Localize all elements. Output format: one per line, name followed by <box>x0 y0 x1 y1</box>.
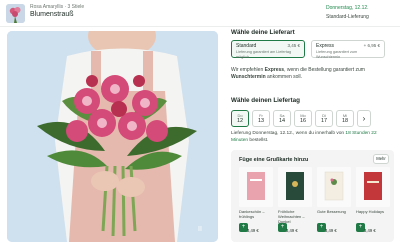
product-meta: Rosa Amaryllis · 3 Stiele <box>30 4 85 10</box>
day-option[interactable]: Di 17 <box>315 110 333 127</box>
card-price: 3,49 € <box>325 228 337 233</box>
day-option[interactable]: Do 12 <box>231 110 249 127</box>
day-date: 16 <box>299 118 307 124</box>
delivery-summary[interactable]: Donnerstag, 12.12. Standard-Lieferung <box>326 5 388 21</box>
greeting-card[interactable]: Fröhliche Weihnachten – Dunkel + 3,49 € <box>278 167 312 233</box>
day-date: 12 <box>236 118 244 124</box>
delivery-type: Standard-Lieferung <box>326 14 369 20</box>
card-price: 3,49 € <box>247 228 259 233</box>
card-image <box>356 167 390 207</box>
info-text: Lieferung Donnerstag, 12.12., wenn du in… <box>231 131 346 136</box>
day-date: 17 <box>320 118 328 124</box>
option-price: 3,45 € <box>287 43 300 48</box>
cards-heading: Füge eine Grußkarte hinzu <box>239 157 309 163</box>
day-option[interactable]: Fr 13 <box>252 110 270 127</box>
lieferart-heading: Wähle deine Lieferart <box>231 29 295 36</box>
card-name: Gute Besserung <box>317 209 346 214</box>
card-name: Happy Holidays <box>356 209 385 214</box>
card-image <box>317 167 351 207</box>
card-price: 3,49 € <box>286 228 298 233</box>
note-bold: Express <box>264 67 285 73</box>
info-text: bestellst. <box>248 137 269 143</box>
option-subtitle: Lieferung garantiert zum Wunschtermin <box>316 50 358 59</box>
card-image <box>278 167 312 207</box>
delivery-deadline-info: Lieferung Donnerstag, 12.12., wenn du in… <box>231 131 391 144</box>
card-image <box>239 167 273 207</box>
day-option[interactable]: Mo 16 <box>294 110 312 127</box>
express-recommendation: Wir empfehlen Express, wenn die Bestellu… <box>231 67 391 81</box>
delivery-date: Donnerstag, 12.12. <box>326 5 369 11</box>
greeting-card[interactable]: Happy Holidays + 3,49 € <box>356 167 390 233</box>
option-price: + 6,95 € <box>363 43 380 48</box>
more-button[interactable]: Mehr <box>373 154 389 164</box>
product-thumbnail <box>6 4 25 23</box>
day-date: 13 <box>257 118 265 124</box>
greeting-card[interactable]: Dankeschön – frühlings + 3,49 € <box>239 167 273 233</box>
day-date: 18 <box>341 118 349 124</box>
pause-icon[interactable]: II <box>196 226 204 234</box>
option-express[interactable]: Express + 6,95 € Lieferung garantiert zu… <box>311 40 385 59</box>
day-option[interactable]: Mi 18 <box>336 110 354 127</box>
liefertag-heading: Wähle deinen Liefertag <box>231 97 300 104</box>
option-standard[interactable]: Standard 3,45 € Lieferung garantiert am … <box>231 40 305 59</box>
day-option[interactable]: Sa 14 <box>273 110 291 127</box>
card-name: Dankeschön – frühlings <box>239 209 265 219</box>
card-name: Fröhliche Weihnachten – Dunkel <box>278 209 305 224</box>
product-name: Blumenstrauß <box>30 11 74 18</box>
top-bar: Rosa Amaryllis · 3 Stiele Blumenstrauß D… <box>0 0 400 27</box>
option-subtitle: Lieferung garantiert am Liefertag möglic… <box>236 50 292 59</box>
greeting-cards-section: Füge eine Grußkarte hinzu Mehr Dankeschö… <box>231 150 394 242</box>
note-bold: Wunschtermin <box>231 74 266 80</box>
day-date: 14 <box>278 118 286 124</box>
card-price: 3,49 € <box>364 228 376 233</box>
note-text: Wir empfehlen <box>231 67 265 73</box>
note-text: ankommen soll. <box>265 74 303 80</box>
chevron-right-icon[interactable]: › <box>357 110 371 127</box>
note-text: , wenn die Bestellung garantiert zum <box>284 67 365 73</box>
day-picker: Do 12 Fr 13 Sa 14 Mo 16 Di 17 Mi 18 › <box>231 110 371 127</box>
greeting-card[interactable]: Gute Besserung + 3,49 € <box>317 167 351 233</box>
product-photo: II <box>7 31 218 242</box>
